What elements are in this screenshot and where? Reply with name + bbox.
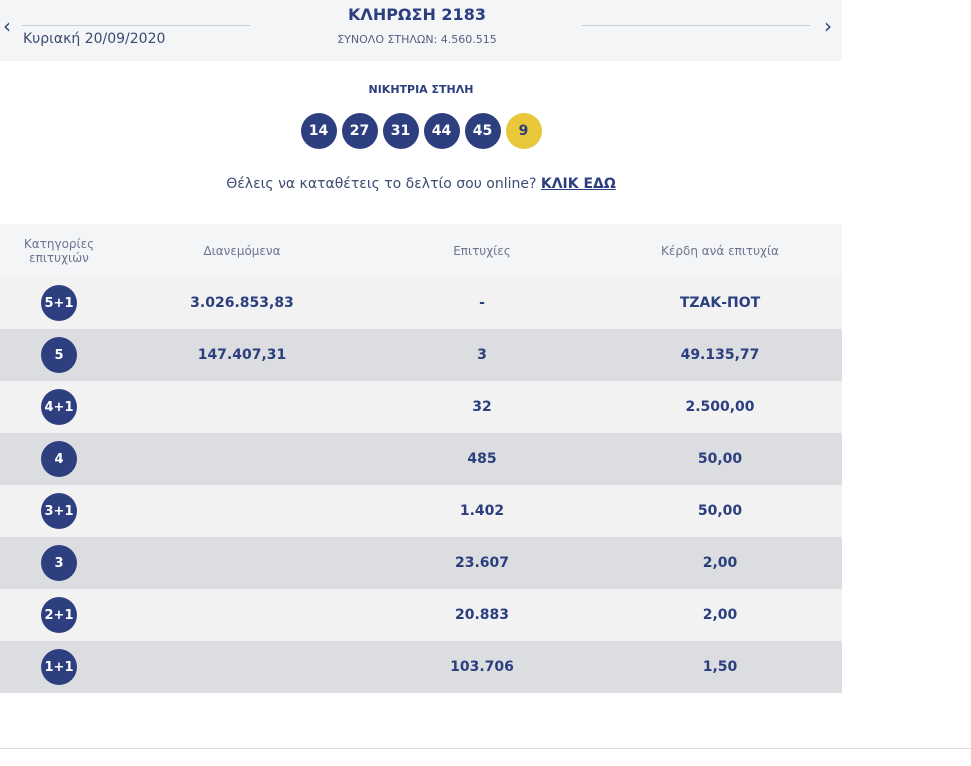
draw-title: ΚΛΗΡΩΣΗ 2183 xyxy=(348,5,486,24)
winning-ball: 27 xyxy=(341,113,378,149)
header-divider-left xyxy=(22,25,250,26)
winning-ball: 14 xyxy=(300,113,337,149)
header-winners: Επιτυχίες xyxy=(453,243,511,258)
header-divider-right xyxy=(582,25,810,26)
prize-value: 50,00 xyxy=(697,451,743,467)
prize-value: 2,00 xyxy=(702,607,738,623)
winners-value: 20.883 xyxy=(454,607,510,623)
table-row: 5 147.407,31 3 49.135,77 xyxy=(0,329,842,381)
bonus-ball: 9 xyxy=(505,113,542,149)
category-badge: 2+1 xyxy=(41,597,77,633)
winning-column-label: ΝΙΚΗΤΡΙΑ ΣΤΗΛΗ xyxy=(368,83,474,96)
table-row: 4 485 50,00 xyxy=(0,433,842,485)
category-badge: 5+1 xyxy=(41,285,77,321)
distributed-value: 147.407,31 xyxy=(197,347,287,363)
winners-value: 1.402 xyxy=(459,503,505,519)
prize-value: 50,00 xyxy=(697,503,743,519)
prize-value: 49.135,77 xyxy=(680,347,760,363)
header-distributed: Διανεμόμενα xyxy=(203,243,281,258)
winning-ball: 44 xyxy=(423,113,460,149)
table-row: 1+1 103.706 1,50 xyxy=(0,641,842,693)
winners-value: 32 xyxy=(472,399,492,415)
prize-value: 2.500,00 xyxy=(685,399,755,415)
table-row: 2+1 20.883 2,00 xyxy=(0,589,842,641)
table-row: 3 23.607 2,00 xyxy=(0,537,842,589)
prize-value: 2,00 xyxy=(702,555,738,571)
winning-numbers: 14 27 31 44 45 9 xyxy=(0,113,842,149)
header-categories: Κατηγορίες επιτυχιών xyxy=(23,236,95,265)
winning-ball: 45 xyxy=(464,113,501,149)
draw-date: Κυριακή 20/09/2020 xyxy=(23,31,166,47)
chevron-right-icon[interactable]: › xyxy=(821,14,835,38)
winners-value: 485 xyxy=(467,451,497,467)
table-row: 3+1 1.402 50,00 xyxy=(0,485,842,537)
winners-value: - xyxy=(479,295,485,311)
winners-value: 103.706 xyxy=(450,659,514,675)
table-header: Κατηγορίες επιτυχιών Διανεμόμενα Επιτυχί… xyxy=(0,224,842,277)
chevron-left-icon[interactable]: ‹ xyxy=(0,14,14,38)
header-prize: Κέρδη ανά επιτυχία xyxy=(661,243,779,258)
prize-value: ΤΖΑΚ-ΠΟΤ xyxy=(679,295,761,311)
online-prompt: Θέλεις να καταθέτεις το δελτίο σου onlin… xyxy=(0,176,842,192)
category-badge: 5 xyxy=(41,337,77,373)
winners-value: 3 xyxy=(477,347,487,363)
table-row: 5+1 3.026.853,83 - ΤΖΑΚ-ΠΟΤ xyxy=(0,277,842,329)
click-here-link[interactable]: ΚΛΙΚ ΕΔΩ xyxy=(541,176,616,192)
category-badge: 3+1 xyxy=(41,493,77,529)
table-row: 4+1 32 2.500,00 xyxy=(0,381,842,433)
draw-header: ‹ Κυριακή 20/09/2020 ΚΛΗΡΩΣΗ 2183 ΣΥΝΟΛΟ… xyxy=(0,0,842,61)
footer-divider xyxy=(0,748,971,749)
category-badge: 4+1 xyxy=(41,389,77,425)
category-badge: 1+1 xyxy=(41,649,77,685)
winning-ball: 31 xyxy=(382,113,419,149)
category-badge: 4 xyxy=(41,441,77,477)
prize-table: Κατηγορίες επιτυχιών Διανεμόμενα Επιτυχί… xyxy=(0,224,842,693)
category-badge: 3 xyxy=(41,545,77,581)
online-prompt-text: Θέλεις να καταθέτεις το δελτίο σου onlin… xyxy=(226,176,541,192)
winners-value: 23.607 xyxy=(454,555,510,571)
total-columns: ΣΥΝΟΛΟ ΣΤΗΛΩΝ: 4.560.515 xyxy=(337,33,497,46)
distributed-value: 3.026.853,83 xyxy=(190,295,294,311)
prize-value: 1,50 xyxy=(702,659,738,675)
